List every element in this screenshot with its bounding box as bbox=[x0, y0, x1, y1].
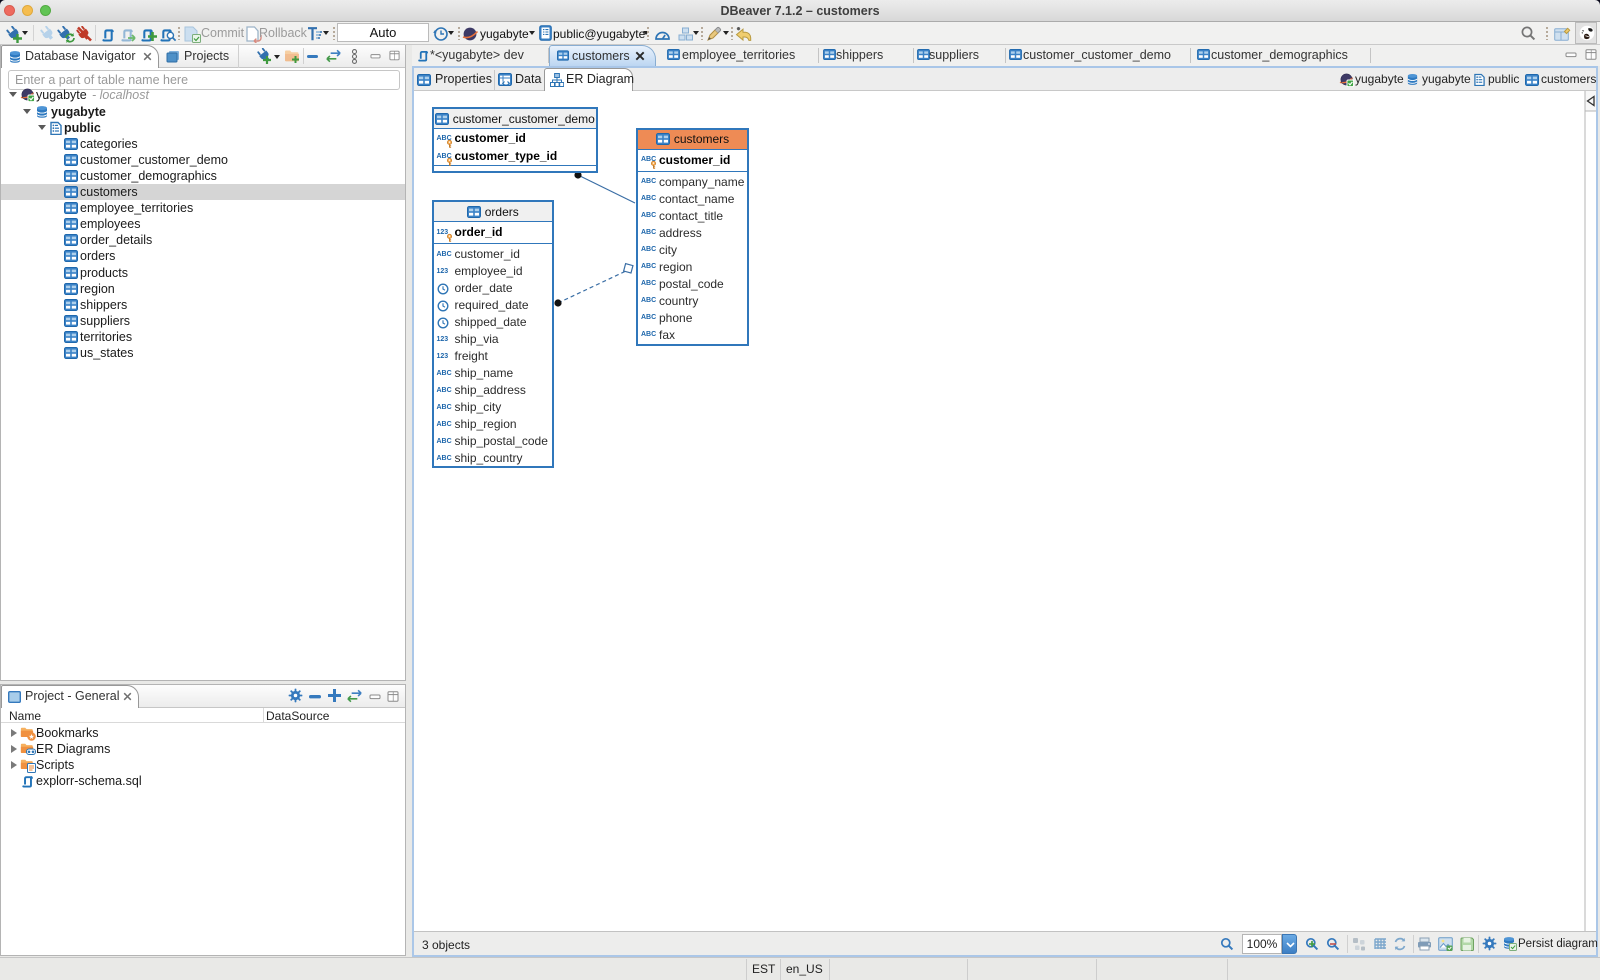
svg-text:★: ★ bbox=[28, 733, 34, 741]
